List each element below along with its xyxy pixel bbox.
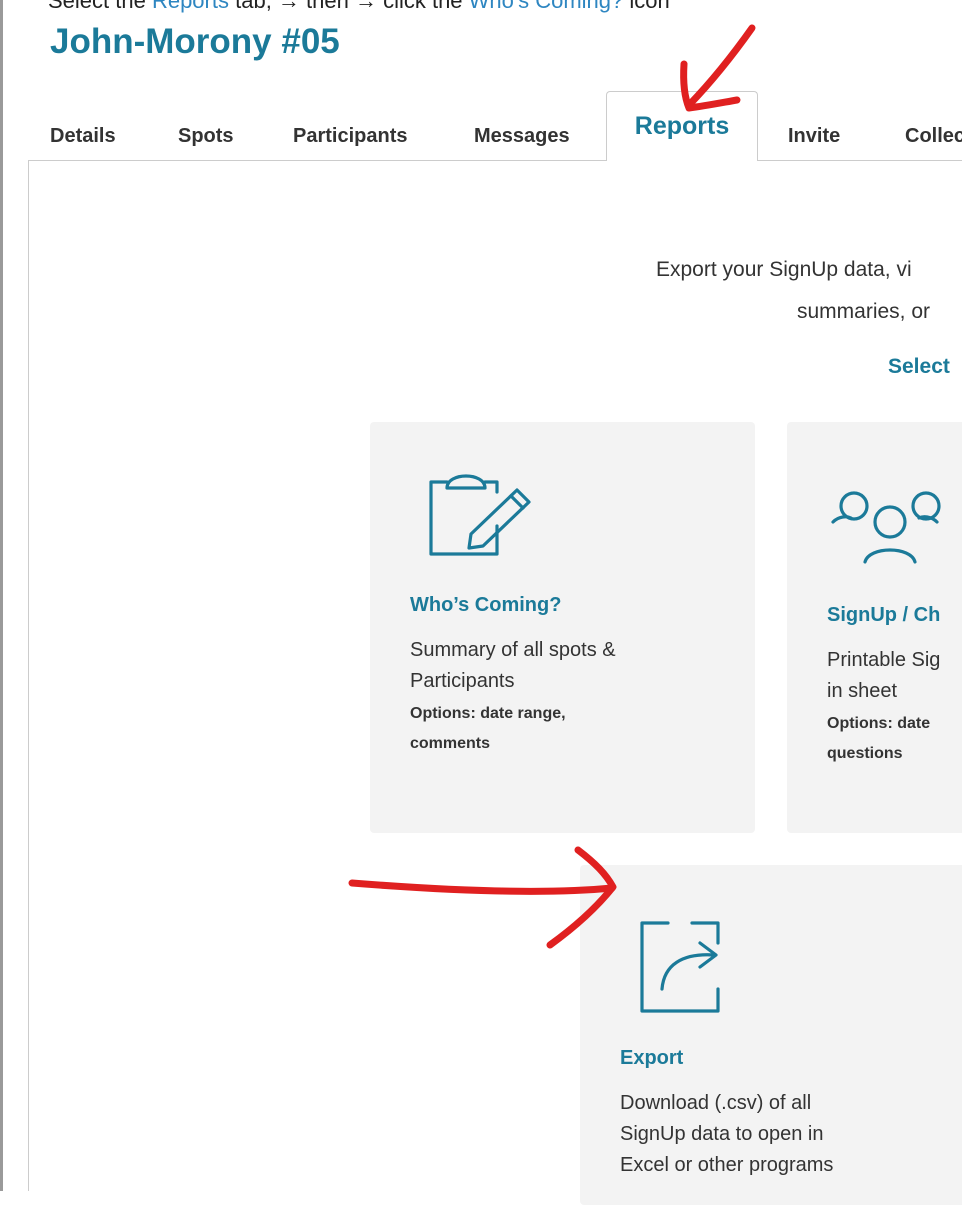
- tab-messages[interactable]: Messages: [474, 111, 570, 161]
- card-desc-signup-line1: Printable Sig: [827, 649, 941, 671]
- report-card-export[interactable]: Export Download (.csv) of all SignUp dat…: [580, 865, 962, 1205]
- card-options-whos-coming-line2: comments: [410, 735, 491, 752]
- tab-collect[interactable]: Collect: [905, 111, 962, 161]
- tab-reports[interactable]: Reports: [606, 91, 758, 161]
- card-title-whos-coming[interactable]: Who’s Coming?: [410, 594, 561, 617]
- page-title: John-Morony #05: [50, 22, 340, 61]
- card-options-whos-coming-line1: Options: date range,: [410, 705, 566, 722]
- report-card-signup-checkin[interactable]: SignUp / Ch Printable Sig in sheet Optio…: [787, 422, 962, 833]
- clipboard-edit-icon[interactable]: [425, 470, 535, 560]
- tab-spots[interactable]: Spots: [178, 111, 234, 161]
- card-desc-whos-coming-line2: Participants: [410, 670, 515, 692]
- card-desc-export-line1: Download (.csv) of all: [620, 1092, 812, 1114]
- intro-text-line1: Export your SignUp data, vi: [656, 258, 912, 281]
- export-share-icon[interactable]: [638, 919, 724, 1015]
- intro-text-line2: summaries, or: [797, 300, 931, 323]
- card-desc-whos-coming-line1: Summary of all spots &: [410, 639, 616, 661]
- people-group-icon[interactable]: [825, 480, 945, 570]
- card-desc-signup-line2: in sheet: [827, 680, 898, 702]
- tab-participants[interactable]: Participants: [293, 111, 407, 161]
- select-report-heading: Select: [888, 355, 950, 378]
- card-desc-export-line3: Excel or other programs: [620, 1154, 834, 1176]
- report-card-whos-coming[interactable]: Who’s Coming? Summary of all spots & Par…: [370, 422, 755, 833]
- tab-details[interactable]: Details: [50, 111, 116, 161]
- card-options-signup-line2: questions: [827, 745, 903, 762]
- card-title-export[interactable]: Export: [620, 1047, 683, 1070]
- card-options-signup-line1: Options: date: [827, 715, 931, 732]
- card-desc-export-line2: SignUp data to open in: [620, 1123, 824, 1145]
- card-title-signup-checkin[interactable]: SignUp / Ch: [827, 604, 940, 627]
- tab-invite[interactable]: Invite: [788, 111, 840, 161]
